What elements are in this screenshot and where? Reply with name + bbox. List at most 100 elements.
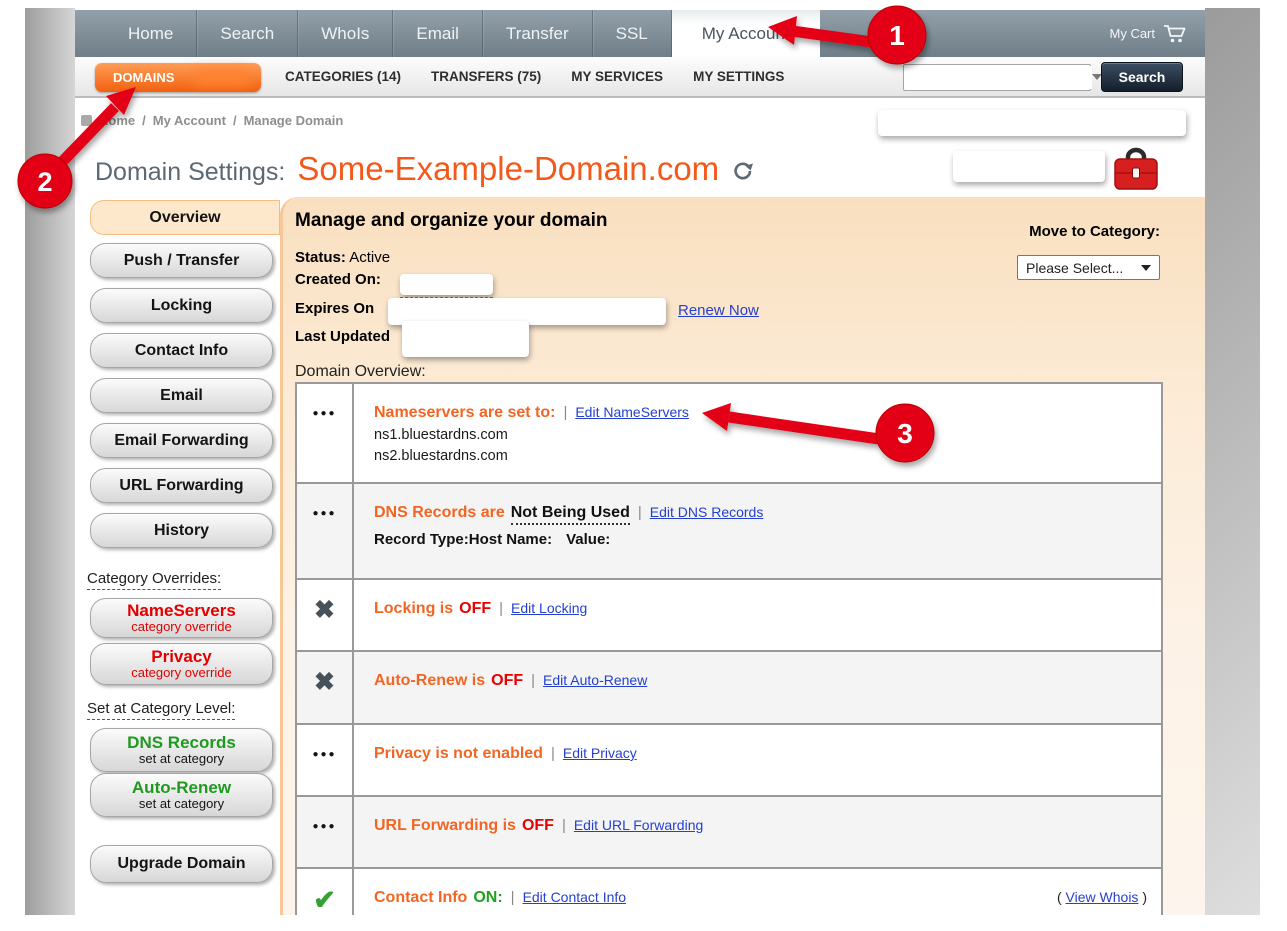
move-to-category-label: Move to Category: xyxy=(1029,223,1160,240)
refresh-icon[interactable] xyxy=(731,159,755,183)
edit-locking-link[interactable]: Edit Locking xyxy=(511,600,587,616)
breadcrumb-home[interactable]: Home xyxy=(99,113,135,128)
table-row-privacy: ●●● Privacy is not enabled | Edit Privac… xyxy=(297,725,1161,797)
domain-search-combo[interactable] xyxy=(903,64,1091,91)
nav-tab-home[interactable]: Home xyxy=(105,10,197,57)
row-title: URL Forwarding is xyxy=(374,817,516,835)
sidebar-override-privacy[interactable]: Privacy category override xyxy=(90,643,273,685)
right-gutter xyxy=(1205,8,1260,915)
row-status: Not Being Used xyxy=(511,504,630,525)
table-row-url-forwarding: ●●● URL Forwarding is OFF | Edit URL For… xyxy=(297,797,1161,869)
separator: | xyxy=(563,404,567,421)
row-title: DNS Records are xyxy=(374,504,505,522)
edit-dns-records-link[interactable]: Edit DNS Records xyxy=(650,504,764,520)
breadcrumb: Home / My Account / Manage Domain xyxy=(75,113,775,128)
category-sub: set at category xyxy=(139,752,224,766)
check-icon: ✔ xyxy=(313,887,336,915)
created-label: Created On: xyxy=(295,271,381,288)
override-title: Privacy xyxy=(151,648,212,666)
nav-tab-search[interactable]: Search xyxy=(197,10,298,57)
nav-tab-email[interactable]: Email xyxy=(393,10,483,57)
table-row-contact-info: ✔ Contact Info ON: | Edit Contact Info (… xyxy=(297,869,1161,915)
move-select-value: Please Select... xyxy=(1026,260,1123,276)
row-title: Privacy is not enabled xyxy=(374,745,543,763)
x-icon: ✖ xyxy=(314,598,335,650)
redacted-domain-count xyxy=(193,70,251,85)
host-name-label: Host Name: xyxy=(469,531,552,548)
domains-label: DOMAINS xyxy=(113,70,174,85)
breadcrumb-my-account[interactable]: My Account xyxy=(153,113,226,128)
row-status: OFF xyxy=(491,672,523,690)
edit-contact-info-link[interactable]: Edit Contact Info xyxy=(523,889,627,905)
subnav-transfers[interactable]: TRANSFERS (75) xyxy=(431,69,541,84)
renew-now-link[interactable]: Renew Now xyxy=(678,302,759,319)
x-icon: ✖ xyxy=(314,670,335,723)
expires-line: Expires On xyxy=(295,300,374,317)
nav-tab-my-account[interactable]: My Account xyxy=(672,10,820,57)
subnav-my-settings[interactable]: MY SETTINGS xyxy=(693,69,784,84)
top-navigation: Home Search WhoIs Email Transfer SSL My … xyxy=(75,10,1205,57)
breadcrumb-separator: / xyxy=(233,113,237,128)
edit-url-forwarding-link[interactable]: Edit URL Forwarding xyxy=(574,817,703,833)
row-status: OFF xyxy=(459,600,491,618)
sidebar-tab-url-forwarding[interactable]: URL Forwarding xyxy=(90,468,273,503)
sidebar-tab-contact-info[interactable]: Contact Info xyxy=(90,333,273,368)
category-overrides-heading: Category Overrides: xyxy=(87,570,221,590)
chevron-down-icon xyxy=(1141,265,1151,271)
whois-paren: ( xyxy=(1057,889,1066,905)
updated-label: Last Updated xyxy=(295,328,390,345)
breadcrumb-separator: / xyxy=(142,113,146,128)
separator: | xyxy=(562,817,566,834)
screenshot-canvas: Home Search WhoIs Email Transfer SSL My … xyxy=(0,0,1287,931)
sidebar-category-auto-renew[interactable]: Auto-Renew set at category xyxy=(90,773,273,817)
subnav-domains-button[interactable]: DOMAINS xyxy=(95,63,261,92)
sidebar-override-nameservers[interactable]: NameServers category override xyxy=(90,598,273,638)
view-whois-link[interactable]: View Whois xyxy=(1066,889,1139,905)
sidebar-upgrade-domain-button[interactable]: Upgrade Domain xyxy=(90,845,273,883)
sidebar-tab-history[interactable]: History xyxy=(90,513,273,548)
nameserver-value: ns2.bluestardns.com xyxy=(374,448,1141,464)
row-title: Locking is xyxy=(374,600,453,618)
edit-nameservers-link[interactable]: Edit NameServers xyxy=(575,404,689,420)
breadcrumb-home-icon xyxy=(81,115,92,126)
subnav-my-services[interactable]: MY SERVICES xyxy=(571,69,663,84)
sidebar-tab-email-forwarding[interactable]: Email Forwarding xyxy=(90,423,273,458)
redacted-box xyxy=(953,151,1105,182)
toolbox-icon[interactable] xyxy=(1111,146,1161,196)
dots-icon: ●●● xyxy=(312,408,336,482)
dots-icon: ●●● xyxy=(312,508,336,578)
main-content: Manage and organize your domain Move to … xyxy=(280,197,1205,915)
redacted-box xyxy=(878,110,1186,136)
domain-overview-label: Domain Overview: xyxy=(295,363,426,381)
nav-tab-transfer[interactable]: Transfer xyxy=(483,10,593,57)
my-cart-button[interactable]: My Cart xyxy=(1110,10,1188,57)
expires-label: Expires On xyxy=(295,300,374,317)
sidebar-tab-overview[interactable]: Overview xyxy=(90,200,280,235)
move-to-category-select[interactable]: Please Select... xyxy=(1017,255,1160,280)
updated-line: Last Updated xyxy=(295,328,390,345)
sidebar-tab-locking[interactable]: Locking xyxy=(90,288,273,323)
sidebar-tab-push-transfer[interactable]: Push / Transfer xyxy=(90,243,273,278)
separator: | xyxy=(531,672,535,689)
separator: | xyxy=(499,600,503,617)
my-cart-label: My Cart xyxy=(1110,26,1156,41)
nav-tab-whois[interactable]: WhoIs xyxy=(298,10,393,57)
sidebar: Overview Push / Transfer Locking Contact… xyxy=(75,197,280,915)
row-title: Auto-Renew is xyxy=(374,672,485,690)
category-sub: set at category xyxy=(139,797,224,811)
table-row-nameservers: ●●● Nameservers are set to: | Edit NameS… xyxy=(297,384,1161,484)
status-value: Active xyxy=(349,249,390,266)
set-at-category-heading: Set at Category Level: xyxy=(87,700,235,720)
domain-search-input[interactable] xyxy=(904,66,1092,89)
edit-auto-renew-link[interactable]: Edit Auto-Renew xyxy=(543,672,647,688)
left-gutter xyxy=(25,8,75,915)
sidebar-category-dns-records[interactable]: DNS Records set at category xyxy=(90,728,273,772)
category-title: DNS Records xyxy=(127,734,236,752)
subnav-categories[interactable]: CATEGORIES (14) xyxy=(285,69,401,84)
page: Home Search WhoIs Email Transfer SSL My … xyxy=(75,10,1205,915)
nav-tab-ssl[interactable]: SSL xyxy=(593,10,672,57)
edit-privacy-link[interactable]: Edit Privacy xyxy=(563,745,637,761)
separator: | xyxy=(511,889,515,906)
search-button[interactable]: Search xyxy=(1101,62,1183,92)
sidebar-tab-email[interactable]: Email xyxy=(90,378,273,413)
